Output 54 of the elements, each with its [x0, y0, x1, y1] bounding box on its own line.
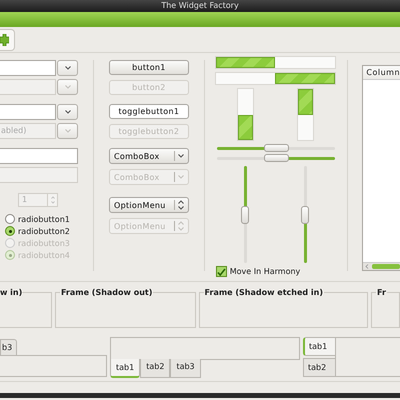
- caret-icon: [64, 110, 70, 114]
- column-header[interactable]: Column: [363, 66, 400, 79]
- window-title: The Widget Factory: [161, 1, 239, 10]
- frame-label: Frame (Shadow etched in): [204, 288, 324, 297]
- toggle-button[interactable]: togglebutton1: [109, 104, 189, 119]
- radio-label: radiobutton2: [18, 226, 70, 236]
- slider-thumb[interactable]: [240, 206, 249, 224]
- combo-box[interactable]: ComboBox: [109, 148, 189, 164]
- tab[interactable]: tab1: [303, 337, 335, 356]
- puzzle-icon: [0, 34, 9, 46]
- tab[interactable]: tab3: [170, 359, 201, 378]
- tab[interactable]: tab2: [303, 358, 335, 377]
- dropdown-button[interactable]: [57, 79, 78, 95]
- tab[interactable]: b3: [0, 339, 18, 355]
- caret-icon: [178, 154, 184, 158]
- slider-thumb[interactable]: [264, 144, 289, 152]
- dropdown-button[interactable]: [57, 60, 78, 76]
- radio-button[interactable]: [5, 226, 15, 236]
- radio-label: radiobutton1: [18, 214, 70, 224]
- slider-track[interactable]: [216, 147, 335, 150]
- caret-icon: [64, 66, 70, 70]
- combo-entry-field[interactable]: [0, 104, 56, 120]
- up-down-caret-icon: [178, 200, 184, 210]
- tab[interactable]: tab2: [140, 359, 170, 378]
- tab[interactable]: tab1: [110, 359, 140, 378]
- dropdown-button[interactable]: [57, 123, 78, 139]
- button[interactable]: button1: [109, 60, 189, 75]
- up-down-caret-icon: [178, 221, 184, 231]
- checkmark-icon: [216, 268, 226, 276]
- spin-buttons[interactable]: [48, 193, 58, 207]
- slider-thumb[interactable]: [264, 154, 289, 162]
- radio-button[interactable]: [5, 214, 15, 224]
- up-down-arrow-icon: [50, 196, 54, 204]
- option-menu[interactable]: OptionMenu: [109, 197, 189, 213]
- caret-icon: [64, 129, 70, 133]
- combo-entry-field[interactable]: [0, 60, 56, 76]
- caret-icon: [64, 85, 70, 89]
- horizontal-scrollbar[interactable]: [363, 262, 400, 270]
- frame-label: Fr: [376, 288, 387, 297]
- slider-track[interactable]: [244, 166, 247, 263]
- slider-thumb[interactable]: [301, 206, 310, 224]
- tree-view[interactable]: Column: [362, 65, 400, 271]
- dropdown-button[interactable]: [57, 104, 78, 120]
- caret-icon: [178, 175, 184, 179]
- tab-panel: [335, 337, 400, 377]
- slider-track[interactable]: [216, 157, 335, 160]
- text-entry[interactable]: [0, 148, 78, 164]
- checkbox[interactable]: [216, 266, 227, 277]
- scrollbar-thumb[interactable]: [372, 264, 400, 269]
- frame-label: Frame (Shadow out): [60, 288, 154, 297]
- toolbar-button[interactable]: [0, 28, 15, 50]
- slider-track[interactable]: [304, 166, 308, 263]
- frame-label: w in): [0, 288, 22, 297]
- checkbox-label: Move In Harmony: [230, 267, 300, 276]
